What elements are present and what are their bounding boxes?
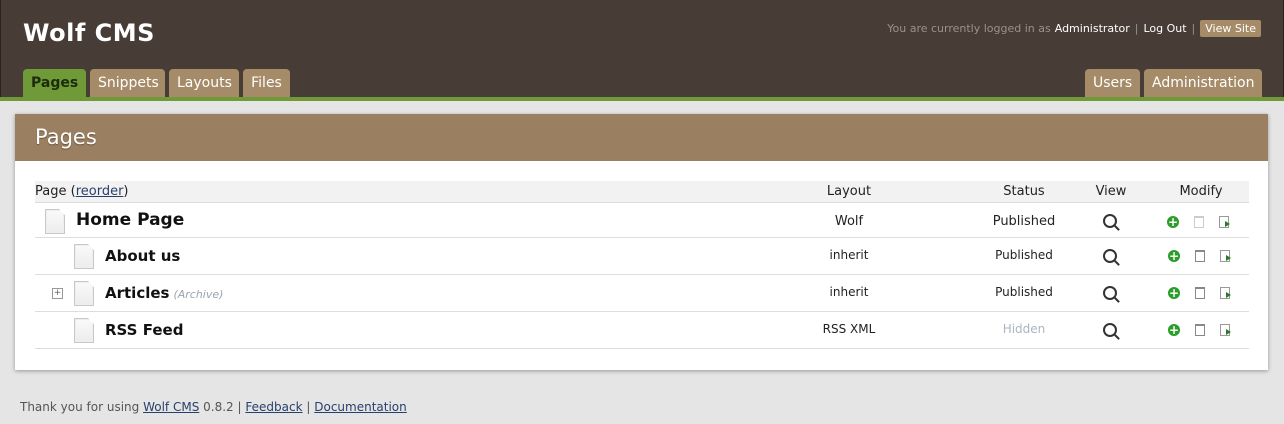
footer-text: Thank you for using (20, 400, 140, 414)
tab-pages[interactable]: Pages (23, 69, 86, 97)
modify-column-header: Modify (1179, 184, 1223, 199)
logout-link[interactable]: Log Out (1143, 22, 1186, 35)
layout-value: RSS XML (822, 322, 876, 336)
view-icon[interactable] (1103, 323, 1117, 337)
pages-panel: Pages Page (reorder) Layout Status View … (15, 114, 1268, 370)
status-value: Published (995, 285, 1053, 299)
version-text: 0.8.2 (203, 400, 234, 414)
page-icon (74, 281, 94, 306)
view-icon[interactable] (1103, 249, 1117, 263)
delete-icon[interactable] (1195, 324, 1205, 336)
table-row: + Articles (Archive) inherit Published + (35, 275, 1249, 312)
archive-note: (Archive) (173, 288, 224, 301)
pages-table: Page (reorder) Layout Status View Modify… (35, 181, 1249, 349)
tab-layouts[interactable]: Layouts (169, 69, 239, 97)
page-title-link[interactable]: Home Page (76, 210, 184, 230)
separator: | (1134, 22, 1139, 35)
wolf-cms-link[interactable]: Wolf CMS (143, 400, 199, 414)
tab-administration[interactable]: Administration (1144, 69, 1262, 97)
page-title-link[interactable]: About us (105, 247, 180, 265)
table-row: About us inherit Published + (35, 238, 1249, 275)
documentation-link[interactable]: Documentation (314, 400, 407, 414)
view-site-button[interactable]: View Site (1200, 20, 1261, 37)
page-title-link[interactable]: Articles (Archive) (105, 284, 223, 302)
header: Wolf CMS You are currently logged in as … (0, 0, 1284, 97)
nav-underline (0, 97, 1284, 101)
status-value: Hidden (1002, 322, 1046, 336)
footer-separator: | (237, 400, 242, 414)
status-value: Published (992, 214, 1056, 229)
separator: | (1191, 22, 1196, 35)
copy-icon[interactable] (1219, 216, 1230, 228)
add-child-icon[interactable]: + (1168, 324, 1180, 336)
delete-icon[interactable] (1195, 287, 1205, 299)
layout-value: Wolf (834, 214, 864, 229)
page-icon (45, 209, 65, 234)
add-child-icon[interactable]: + (1167, 216, 1179, 228)
footer-separator: | (306, 400, 311, 414)
panel-title: Pages (15, 114, 1268, 161)
layout-column-header: Layout (826, 184, 872, 199)
page-icon (74, 318, 94, 343)
copy-icon[interactable] (1220, 324, 1231, 336)
page-header-close: ) (123, 184, 129, 199)
username: Administrator (1054, 22, 1130, 35)
page-header-label: Page ( (35, 184, 76, 199)
tab-users[interactable]: Users (1085, 69, 1140, 97)
add-child-icon[interactable]: + (1168, 287, 1180, 299)
page-icon (74, 244, 94, 269)
page-title-link[interactable]: RSS Feed (105, 321, 183, 339)
view-icon[interactable] (1103, 214, 1117, 228)
table-row: Home Page Wolf Published + (35, 203, 1249, 238)
delete-icon (1194, 216, 1204, 228)
logged-in-text: You are currently logged in as (887, 22, 1051, 35)
page-column-header: Page (reorder) (35, 184, 129, 199)
table-header: Page (reorder) Layout Status View Modify (35, 181, 1249, 203)
footer: Thank you for using Wolf CMS 0.8.2 | Fee… (20, 400, 407, 414)
copy-icon[interactable] (1220, 287, 1231, 299)
table-row: RSS Feed RSS XML Hidden + (35, 312, 1249, 349)
reorder-link[interactable]: reorder (76, 184, 124, 199)
status-column-header: Status (1003, 184, 1045, 199)
site-title: Wolf CMS (23, 19, 155, 47)
tab-files[interactable]: Files (243, 69, 290, 97)
layout-value: inherit (829, 248, 869, 262)
delete-icon[interactable] (1195, 250, 1205, 262)
view-icon[interactable] (1103, 286, 1117, 300)
view-column-header: View (1095, 184, 1127, 199)
layout-value: inherit (829, 285, 869, 299)
expand-toggle-icon[interactable]: + (52, 288, 63, 299)
status-value: Published (995, 248, 1053, 262)
user-bar: You are currently logged in as Administr… (887, 20, 1261, 37)
feedback-link[interactable]: Feedback (245, 400, 302, 414)
page-title-text: Articles (105, 284, 170, 302)
add-child-icon[interactable]: + (1168, 250, 1180, 262)
copy-icon[interactable] (1220, 250, 1231, 262)
tab-snippets[interactable]: Snippets (90, 69, 165, 97)
